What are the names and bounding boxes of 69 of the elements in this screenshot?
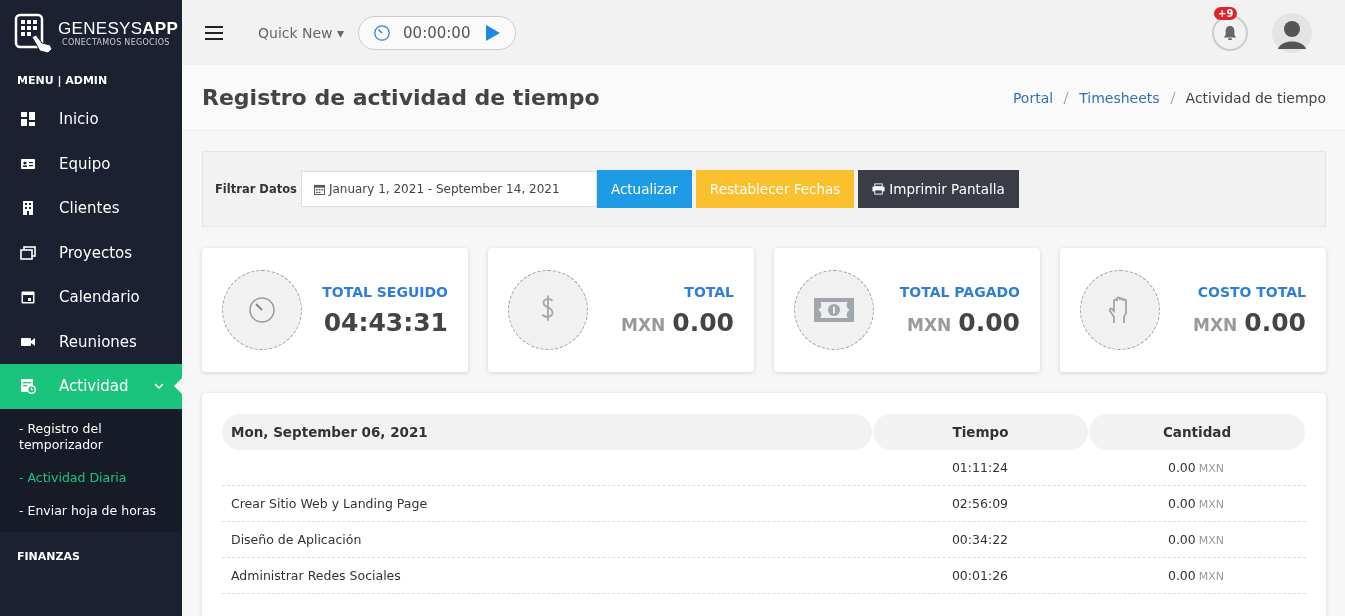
stat-title: TOTAL [684, 283, 734, 300]
avatar-silhouette[interactable] [1272, 12, 1312, 53]
column-header: Cantidad [1089, 414, 1305, 450]
table-cell: Crear Sitio Web y Landing Page [231, 496, 428, 511]
column-header: Mon, September 06, 2021 [222, 414, 872, 450]
submenu-item[interactable]: - Registro del temporizador [19, 412, 182, 462]
currency-label: MXN [621, 314, 666, 335]
calendar-icon [20, 289, 36, 306]
table-cell: 0.00 [1167, 532, 1196, 547]
menu-section-title: MENU | ADMIN [16, 73, 109, 89]
stat-value: 04:43:31 [323, 307, 448, 337]
date-range-field[interactable]: January 1, 2021 - September 14, 2021 [300, 171, 597, 207]
breadcrumb-link[interactable]: Timesheets [1079, 89, 1160, 106]
timer-text: 00:00:00 [403, 23, 472, 42]
currency-label: MXN [907, 314, 952, 335]
stat-value: 0.00 [672, 307, 734, 337]
sidebar-item[interactable]: Inicio [0, 97, 182, 142]
brand-tagline: CONECTAMOS NEGOCIOS [61, 37, 171, 47]
breadcrumb-link[interactable]: Portal [1012, 89, 1054, 106]
sidebar-item[interactable]: Equipo [0, 141, 182, 186]
table-cell: 01:11:24 [951, 460, 1009, 475]
stopwatch-icon [373, 23, 392, 42]
table-cell: 02:56:09 [951, 496, 1009, 511]
bell-icon [1223, 24, 1237, 41]
stat-title: COSTO TOTAL [1197, 283, 1306, 300]
table-cell: Diseño de Aplicación [231, 532, 362, 547]
folders-icon [20, 244, 36, 261]
grid-icon [20, 111, 36, 128]
sidebar-item[interactable]: Proyectos [0, 230, 182, 275]
table-cell: Administrar Redes Sociales [231, 568, 401, 583]
tablet-hand-logo-icon [14, 13, 54, 53]
sidebar-item[interactable]: Clientes [0, 186, 182, 231]
currency-label: MXN [1198, 534, 1225, 547]
table-clock-icon [20, 378, 36, 395]
slash-separator-icon [1063, 90, 1070, 105]
calendar-icon [313, 183, 325, 195]
stopwatch-icon [247, 295, 277, 325]
stat-title: TOTAL PAGADO [899, 283, 1020, 300]
brand-name: GENESYSAPP [58, 19, 179, 38]
notification-count: +9 [1214, 6, 1238, 20]
page-title: Registro de actividad de tiempo [202, 85, 600, 110]
table-cell: 0.00 [1167, 496, 1196, 511]
menu-icon[interactable] [204, 24, 224, 41]
currency-label: MXN [1198, 462, 1225, 475]
submenu-item[interactable]: - Actividad Diaria [19, 461, 182, 495]
slash-separator-icon [1169, 90, 1176, 105]
table-cell: 00:01:26 [951, 568, 1009, 583]
filter-label: Filtrar Datos [215, 182, 297, 196]
table-cell: 0.00 [1167, 460, 1196, 475]
table-cell: 00:34:22 [951, 532, 1009, 547]
printer-icon [872, 183, 886, 195]
stat-value: 0.00 [958, 307, 1020, 337]
stat-value: 0.00 [1244, 307, 1306, 337]
column-header: Tiempo [873, 414, 1088, 450]
menu-section-title: FINANZAS [16, 548, 81, 565]
currency-label: MXN [1193, 314, 1238, 335]
breadcrumb-current: Actividad de tiempo [1185, 89, 1326, 106]
play-icon[interactable] [485, 23, 502, 42]
building-icon [20, 200, 36, 217]
currency-label: MXN [1198, 498, 1225, 511]
print-button[interactable]: Imprimir Pantalla [858, 170, 1019, 208]
sidebar-item[interactable]: Calendario [0, 275, 182, 320]
quick-new-dropdown[interactable]: Quick New ▾ [258, 24, 345, 41]
sidebar-item[interactable]: Reuniones [0, 319, 182, 364]
stat-title: TOTAL SEGUIDO [322, 283, 448, 300]
currency-label: MXN [1198, 570, 1225, 583]
submenu-item[interactable]: - Enviar hoja de horas [19, 494, 182, 528]
table-cell: 0.00 [1167, 568, 1196, 583]
banknote-icon [814, 298, 854, 322]
